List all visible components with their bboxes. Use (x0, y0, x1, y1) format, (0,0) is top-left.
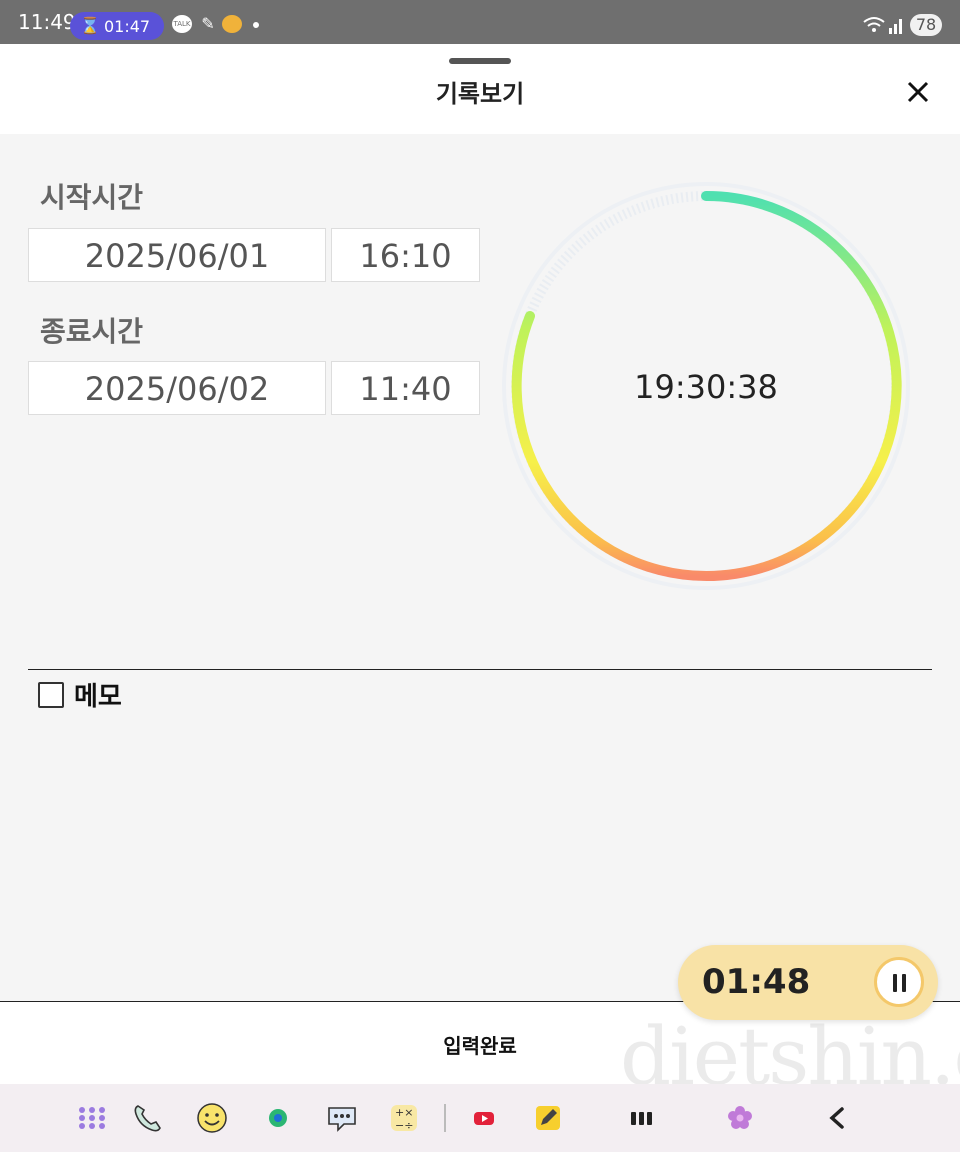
taskbar-separator (444, 1104, 446, 1132)
pause-icon (893, 974, 897, 992)
duration-text: 19:30:38 (634, 368, 778, 406)
apps-grid-icon[interactable] (74, 1100, 110, 1136)
calculator-icon[interactable]: +× −÷ (386, 1100, 422, 1136)
smiley-icon[interactable] (194, 1100, 230, 1136)
end-time-label: 종료시간 (40, 315, 144, 348)
youtube-icon[interactable] (466, 1100, 502, 1136)
divider (28, 669, 932, 670)
drag-handle[interactable] (449, 58, 511, 64)
timer-pill[interactable]: ⌛ 01:47 (70, 12, 164, 40)
wifi-signal-icon (863, 17, 902, 34)
memo-label: 메모 (74, 682, 122, 712)
pause-button[interactable] (874, 957, 924, 1007)
status-time: 11:49 (18, 10, 76, 34)
kakaotalk-icon: TALK (172, 15, 192, 33)
chat-bubble-icon[interactable] (324, 1100, 360, 1136)
timer-pill-time: 01:47 (104, 17, 151, 36)
pen-app-icon: ✎ (201, 14, 215, 33)
notes-pen-icon[interactable] (530, 1100, 566, 1136)
end-time-field[interactable]: 11:40 (331, 361, 480, 415)
pause-icon-bar (902, 974, 906, 992)
floating-timer-time: 01:48 (702, 962, 811, 1002)
back-icon[interactable] (820, 1100, 856, 1136)
recent-apps-icon[interactable] (624, 1100, 660, 1136)
battery-indicator: 78 (910, 14, 942, 36)
more-notifications-dot (253, 22, 259, 28)
end-date-field[interactable]: 2025/06/02 (28, 361, 326, 415)
flower-app-icon[interactable] (722, 1100, 758, 1136)
svg-text:−÷: −÷ (395, 1119, 413, 1132)
status-bar: 11:49 ⌛ 01:47 TALK ✎ 78 (0, 0, 960, 44)
memo-checkbox[interactable] (38, 682, 64, 708)
sheet-header: 기록보기 (0, 44, 960, 134)
close-icon[interactable] (898, 72, 938, 112)
svg-text:+×: +× (395, 1106, 413, 1119)
floating-timer[interactable]: 01:48 (678, 945, 938, 1020)
phone-icon[interactable] (130, 1100, 166, 1136)
start-time-label: 시작시간 (40, 181, 144, 214)
start-time-field[interactable]: 16:10 (331, 228, 480, 282)
page-title: 기록보기 (435, 80, 525, 108)
app-notification-icon (222, 15, 242, 33)
hourglass-icon: ⌛ (80, 16, 100, 35)
start-date-field[interactable]: 2025/06/01 (28, 228, 326, 282)
naver-browser-icon[interactable] (260, 1100, 296, 1136)
